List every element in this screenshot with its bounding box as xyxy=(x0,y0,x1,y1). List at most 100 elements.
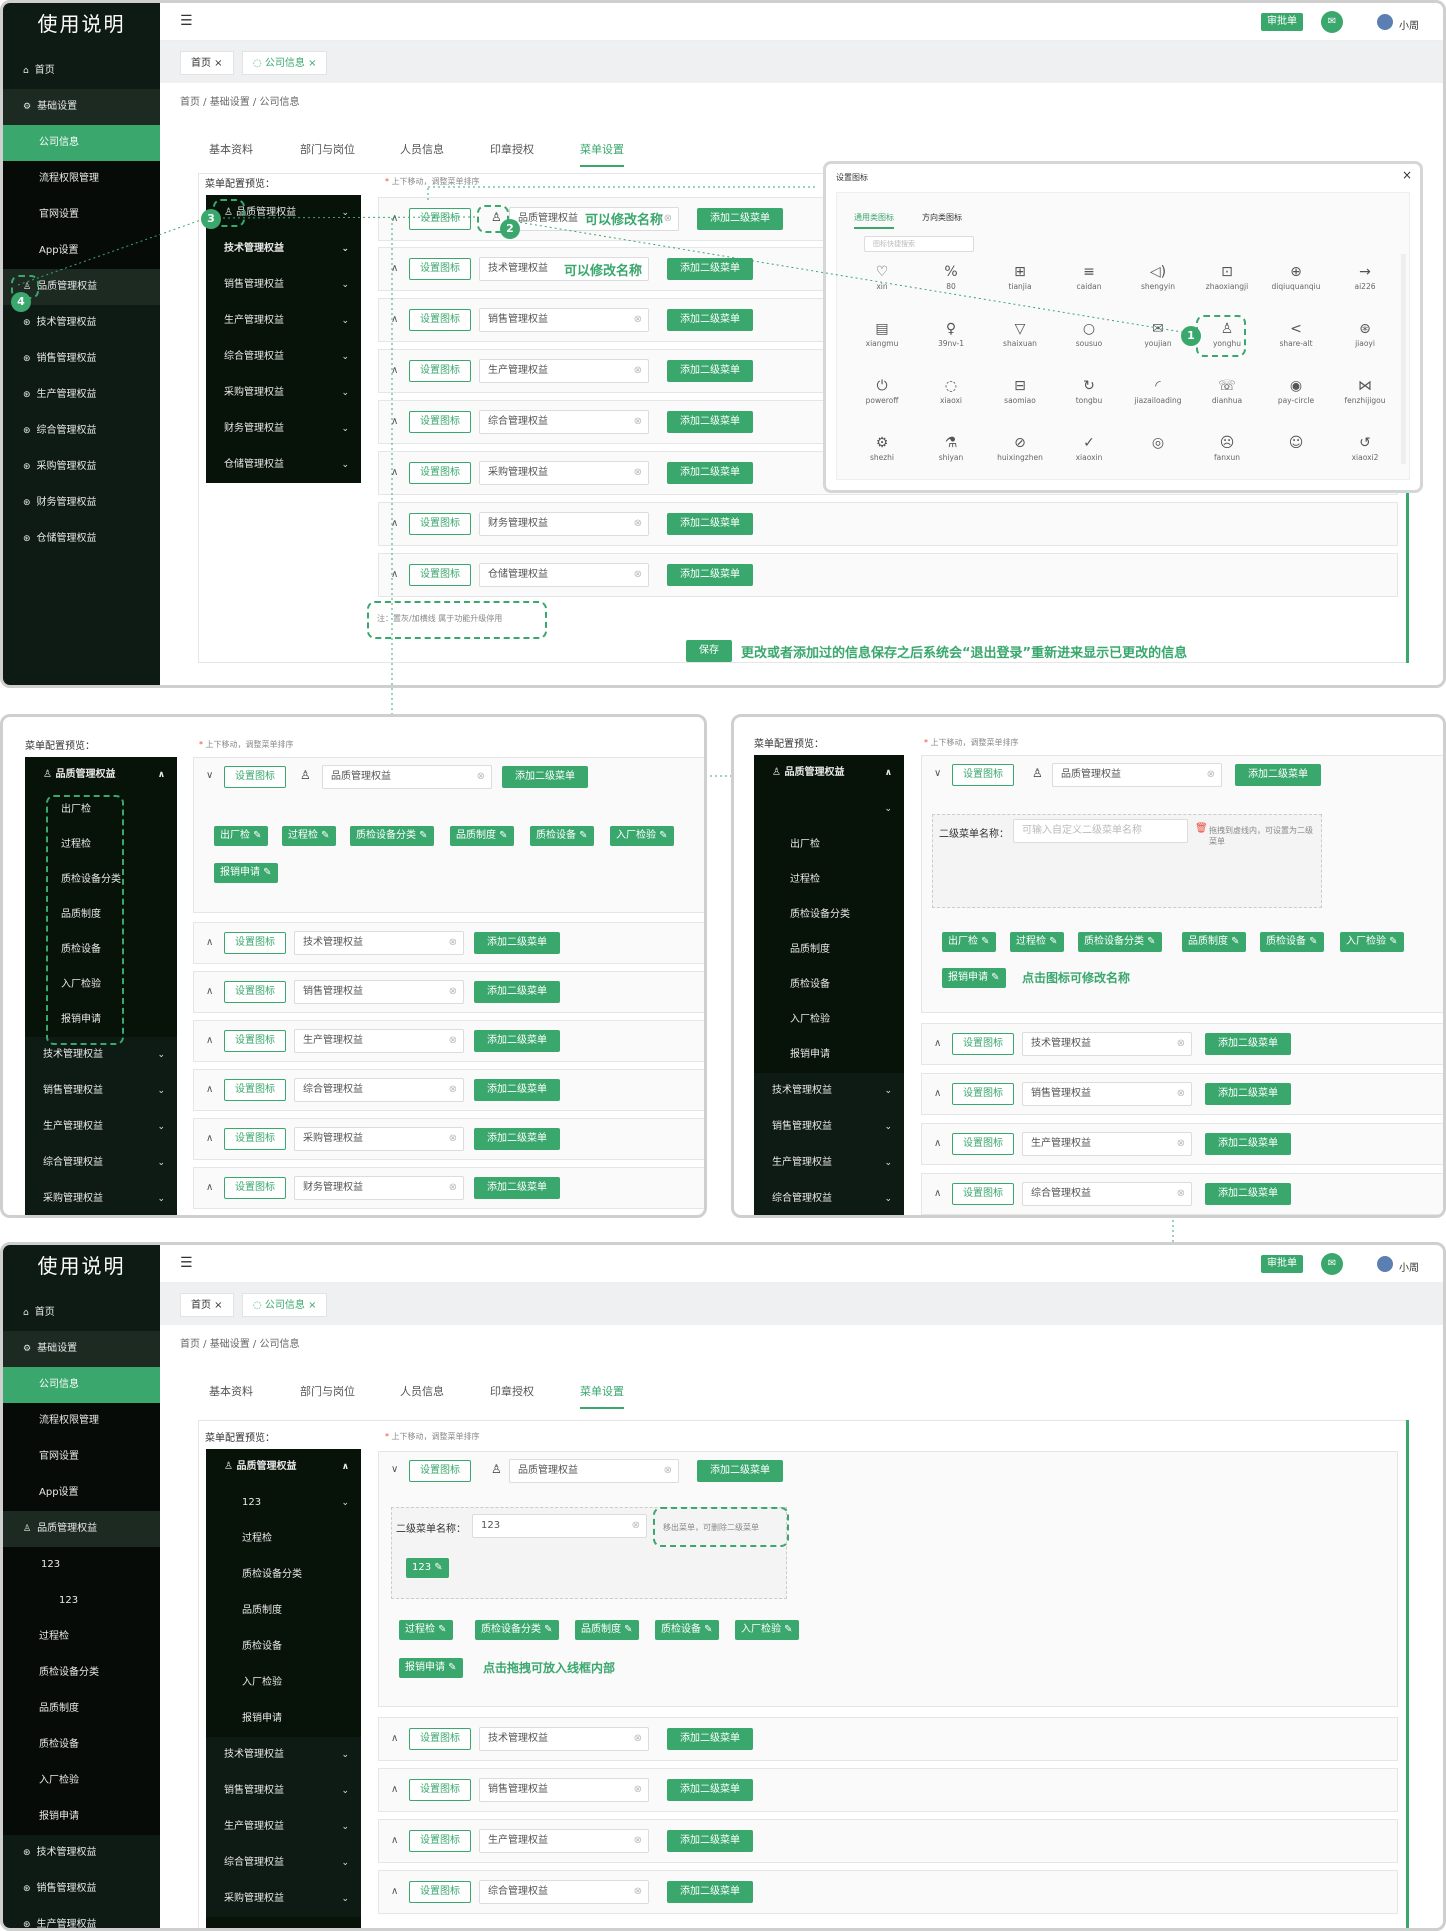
set-icon-button[interactable]: 设置图标 xyxy=(952,1133,1014,1155)
sub-item[interactable]: 报销申请 xyxy=(206,1701,361,1737)
menu-name-input[interactable]: 生产管理权益 ⊗ xyxy=(1022,1132,1192,1156)
nav-sales[interactable]: ⊛ 销售管理权益 xyxy=(3,1871,160,1907)
menu-row-expanded[interactable]: ∨ 设置图标 ♙ 品质管理权益 ⊗ 添加二级菜单 二级菜单名称： 可输入自定义二级… xyxy=(921,755,1443,1013)
tab-company[interactable]: ◌ 公司信息 × xyxy=(242,1293,328,1317)
sub-item[interactable]: 质检设备 xyxy=(206,1629,361,1665)
menu-name-input[interactable]: 综合管理权益 ⊗ xyxy=(1022,1182,1192,1206)
menu-row[interactable]: ∧ 设置图标 综合管理权益 ⊗ 添加二级菜单 xyxy=(378,1870,1398,1914)
menu-row[interactable]: ∧ 设置图标 销售管理权益 ⊗ 添加二级菜单 xyxy=(378,1768,1398,1812)
sub-tag[interactable]: 报销申请 ✎ xyxy=(214,863,278,883)
menu-row-expanded[interactable]: ∨ 设置图标 ♙ 品质管理权益 ⊗ 添加二级菜单 二级菜单名称： 123 ⊗ 123… xyxy=(378,1451,1398,1707)
menu-name-input[interactable]: 技术管理权益 ⊗ xyxy=(479,1727,649,1751)
preview-general[interactable]: 综合管理权益 ⌄ xyxy=(206,1845,361,1881)
nav-sub[interactable]: 过程检 xyxy=(3,1619,160,1655)
collapse-icon[interactable]: ☰ xyxy=(180,1255,193,1271)
set-icon-button[interactable]: 设置图标 xyxy=(224,981,286,1003)
chevron-up-icon[interactable]: ∧ xyxy=(206,986,213,997)
sub-group[interactable]: ⌄ xyxy=(754,791,904,827)
preview-tech[interactable]: 技术管理权益 ⌄ xyxy=(754,1073,904,1109)
nav-sub[interactable]: 质检设备分类 xyxy=(3,1655,160,1691)
sub-tag[interactable]: 出厂检 ✎ xyxy=(942,932,996,952)
sub-tag[interactable]: 出厂检 ✎ xyxy=(214,826,268,846)
sub-tag[interactable]: 质检设备 ✎ xyxy=(1260,932,1324,952)
menu-name-input[interactable]: 品质管理权益 ⊗ xyxy=(509,1459,679,1483)
menu-name-input[interactable]: 生产管理权益 ⊗ xyxy=(479,1829,649,1853)
add-sub-button[interactable]: 添加二级菜单 xyxy=(474,1079,560,1101)
sub-tag[interactable]: 质检设备分类 ✎ xyxy=(350,826,434,846)
sub-tag[interactable]: 入厂检验 ✎ xyxy=(610,826,674,846)
sub-tag[interactable]: 过程检 ✎ xyxy=(282,826,336,846)
add-sub-button[interactable]: 添加二级菜单 xyxy=(667,1779,753,1801)
tab-basic[interactable]: 基本资料 xyxy=(209,1383,253,1399)
set-icon-button[interactable]: 设置图标 xyxy=(224,932,286,954)
tab-home[interactable]: 首页 × xyxy=(180,1293,234,1317)
nav-quality[interactable]: ♙ 品质管理权益 xyxy=(3,1511,160,1547)
sub-tag[interactable]: 质检设备分类 ✎ xyxy=(475,1620,559,1640)
menu-name-input[interactable]: 品质管理权益 ⊗ xyxy=(322,765,492,789)
sub-item[interactable]: 入厂检验 xyxy=(206,1665,361,1701)
preview-sales[interactable]: 销售管理权益 ⌄ xyxy=(25,1073,177,1109)
menu-row-expanded[interactable]: ∨ 设置图标 ♙ 品质管理权益 ⊗ 添加二级菜单 出厂检 ✎ 过程检 ✎ 质检设备… xyxy=(193,757,704,913)
preview-sales[interactable]: 销售管理权益 ⌄ xyxy=(754,1109,904,1145)
set-icon-button[interactable]: 设置图标 xyxy=(952,764,1014,786)
sub-tag[interactable]: 质检设备 ✎ xyxy=(530,826,594,846)
menu-name-input[interactable]: 综合管理权益 ⊗ xyxy=(479,1880,649,1904)
sub-item[interactable]: 过程检 xyxy=(754,862,904,897)
mail-icon[interactable]: ✉ xyxy=(1321,1253,1343,1275)
add-sub-button[interactable]: 添加二级菜单 xyxy=(667,1728,753,1750)
sub-item[interactable]: 质检设备分类 xyxy=(206,1557,361,1593)
add-sub-button[interactable]: 添加二级菜单 xyxy=(474,932,560,954)
preview-prod[interactable]: 生产管理权益 ⌄ xyxy=(754,1145,904,1181)
sub-item[interactable]: 出厂检 xyxy=(754,827,904,862)
approve-button[interactable]: 审批单 xyxy=(1261,1255,1303,1273)
preview-general[interactable]: 综合管理权益 ⌄ xyxy=(754,1181,904,1215)
menu-row[interactable]: ∧ 设置图标 技术管理权益 ⊗ 添加二级菜单 xyxy=(193,922,704,964)
sub-item[interactable]: 报销申请 xyxy=(754,1037,904,1072)
nav-sub[interactable]: 报销申请 xyxy=(3,1799,160,1835)
chevron-up-icon[interactable]: ∧ xyxy=(206,1133,213,1144)
menu-row[interactable]: ∧ 设置图标 财务管理权益 ⊗ 添加二级菜单 xyxy=(193,1167,704,1209)
nav-prod[interactable]: ⊛ 生产管理权益 xyxy=(3,1907,160,1928)
tab-staff[interactable]: 人员信息 xyxy=(400,1383,444,1399)
sub-tag[interactable]: 品质制度 ✎ xyxy=(575,1620,639,1640)
nav-tech[interactable]: ⊛ 技术管理权益 xyxy=(3,1835,160,1871)
preview-prod[interactable]: 生产管理权益 ⌄ xyxy=(25,1109,177,1145)
add-sub-button[interactable]: 添加二级菜单 xyxy=(474,1128,560,1150)
sub-tag[interactable]: 入厂检验 ✎ xyxy=(735,1620,799,1640)
set-icon-button[interactable]: 设置图标 xyxy=(224,766,286,788)
chevron-up-icon[interactable]: ∧ xyxy=(391,1784,398,1795)
add-sub-button[interactable]: 添加二级菜单 xyxy=(502,766,588,788)
tab-dept[interactable]: 部门与岗位 xyxy=(300,1383,355,1399)
sub-item[interactable]: 品质制度 xyxy=(754,932,904,967)
chevron-up-icon[interactable]: ∧ xyxy=(206,1182,213,1193)
chevron-up-icon[interactable]: ∧ xyxy=(934,1188,941,1199)
set-icon-button[interactable]: 设置图标 xyxy=(409,1460,471,1482)
menu-name-input[interactable]: 销售管理权益 ⊗ xyxy=(1022,1082,1192,1106)
chevron-up-icon[interactable]: ∧ xyxy=(391,1733,398,1744)
preview-quality[interactable]: ♙ 品质管理权益 ∧ xyxy=(206,1449,361,1485)
user-icon[interactable]: ♙ xyxy=(300,768,311,782)
sub-item[interactable]: 品质制度 xyxy=(206,1593,361,1629)
sub-tag[interactable]: 质检设备分类 ✎ xyxy=(1078,932,1162,952)
chevron-up-icon[interactable]: ∧ xyxy=(934,1088,941,1099)
chevron-down-icon[interactable]: ∨ xyxy=(391,1464,398,1475)
menu-row[interactable]: ∧ 设置图标 采购管理权益 ⊗ 添加二级菜单 xyxy=(193,1118,704,1160)
chevron-up-icon[interactable]: ∧ xyxy=(206,1035,213,1046)
nav-home[interactable]: ⌂ 首页 xyxy=(3,1295,160,1331)
nav-flow[interactable]: 流程权限管理 xyxy=(3,1403,160,1439)
add-sub-button[interactable]: 添加二级菜单 xyxy=(667,1881,753,1903)
sub-tag[interactable]: 入厂检验 ✎ xyxy=(1340,932,1404,952)
nav-sub-123[interactable]: 123 xyxy=(3,1547,160,1583)
preview-quality[interactable]: ♙ 品质管理权益 ∧ xyxy=(25,757,177,793)
set-icon-button[interactable]: 设置图标 xyxy=(409,1779,471,1801)
avatar[interactable] xyxy=(1377,1256,1393,1272)
preview-quality[interactable]: ♙ 品质管理权益 ∧ xyxy=(754,755,904,791)
set-icon-button[interactable]: 设置图标 xyxy=(409,1728,471,1750)
sub-item[interactable]: 质检设备分类 xyxy=(754,897,904,932)
menu-name-input[interactable]: 采购管理权益 ⊗ xyxy=(294,1127,464,1151)
sub-tag-123[interactable]: 123 ✎ xyxy=(406,1558,449,1578)
sub-tag[interactable]: 品质制度 ✎ xyxy=(450,826,514,846)
sub-tag[interactable]: 过程检 ✎ xyxy=(1010,932,1064,952)
sub-drop-zone[interactable]: 二级菜单名称： 可输入自定义二级菜单名称 🗑 拖拽到虚线内，可设置为二级菜单 xyxy=(932,814,1322,908)
sub-tag[interactable]: 报销申请 ✎ xyxy=(399,1658,463,1678)
